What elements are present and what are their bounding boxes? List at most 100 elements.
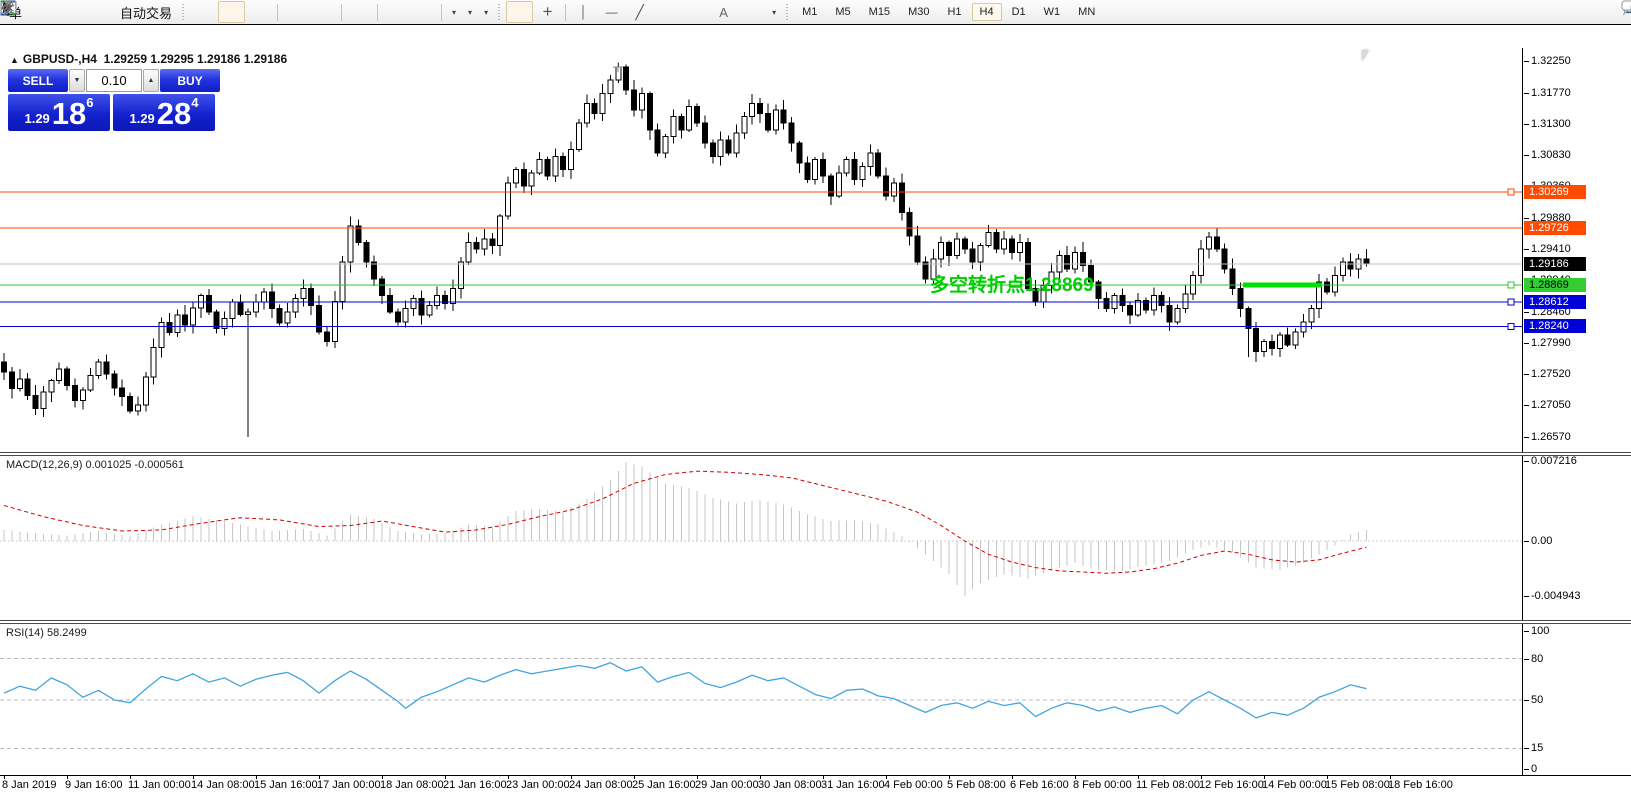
- templates-button[interactable]: ▾: [478, 1, 493, 23]
- sell-button[interactable]: SELL: [8, 69, 68, 92]
- indicators-button[interactable]: ▾: [446, 1, 461, 23]
- zoom-in-button[interactable]: [282, 1, 309, 23]
- cursor-tool-button[interactable]: [506, 1, 533, 23]
- pane-separator[interactable]: [0, 620, 1631, 624]
- chart-window: ▲GBPUSD-,H4 1.29259 1.29295 1.29186 1.29…: [0, 24, 1631, 773]
- arrows-caret-icon: ▾: [772, 8, 776, 17]
- time-axis[interactable]: 8 Jan 20199 Jan 16:0011 Jan 00:0014 Jan …: [0, 776, 1631, 797]
- time-tick-label: 23 Jan 00:00: [506, 779, 570, 791]
- gold-icon[interactable]: [28, 1, 55, 23]
- auto-scroll-button[interactable]: [382, 1, 409, 23]
- rsi-tick-label: 0: [1531, 763, 1537, 775]
- price-tick-label: 1.31770: [1531, 87, 1571, 99]
- timeframe-d1[interactable]: D1: [1004, 3, 1034, 21]
- price-tick-label: 1.32250: [1531, 55, 1571, 67]
- main-toolbar: 单 自动交易 ▾ ▾ ▾ + │ — ╱ E F A T ▾ M1M5M15M3…: [0, 0, 1631, 24]
- one-click-trading-panel: SELL ▼ 0.10 ▲ BUY 1.29186 1.29284: [8, 69, 220, 131]
- auto-trading-button[interactable]: 自动交易: [112, 1, 177, 23]
- channel-tool-button[interactable]: E: [654, 1, 681, 23]
- time-tick-label: 12 Feb 16:00: [1199, 779, 1264, 791]
- buy-price-box[interactable]: 1.29284: [113, 94, 215, 131]
- price-tag[interactable]: 1.29726: [1524, 221, 1586, 235]
- price-tag[interactable]: 1.30269: [1524, 185, 1586, 199]
- signals-icon[interactable]: [84, 1, 111, 23]
- collapse-triangle-icon[interactable]: ▲: [10, 55, 19, 65]
- sell-price-prefix: 1.29: [24, 111, 49, 126]
- candlestick-chart-button[interactable]: [218, 1, 245, 23]
- time-axis-border: [0, 775, 1631, 776]
- timeframe-m15[interactable]: M15: [861, 3, 898, 21]
- rsi-label: RSI(14) 58.2499: [6, 627, 87, 639]
- text-tool-icon: A: [719, 5, 728, 20]
- time-tick-label: 31 Jan 16:00: [821, 779, 885, 791]
- chart-shift-button[interactable]: [410, 1, 437, 23]
- macd-tick-label: 0.007216: [1531, 455, 1577, 467]
- price-tick-label: 1.29410: [1531, 243, 1571, 255]
- time-tick-label: 14 Feb 00:00: [1262, 779, 1327, 791]
- timeframe-m1[interactable]: M1: [794, 3, 825, 21]
- volume-increase-button[interactable]: ▲: [143, 69, 159, 92]
- time-tick-label: 11 Feb 08:00: [1136, 779, 1200, 791]
- toolbar-separator: [341, 4, 342, 21]
- arrows-tool-icon: [0, 0, 15, 15]
- periods-caret-icon: ▾: [468, 8, 472, 17]
- toolbar-drag-handle[interactable]: [785, 4, 790, 20]
- time-tick-label: 29 Jan 00:00: [695, 779, 759, 791]
- price-tag[interactable]: 1.28240: [1524, 319, 1586, 333]
- volume-decrease-button[interactable]: ▼: [69, 69, 85, 92]
- macd-indicator-pane[interactable]: MACD(12,26,9) 0.001025 -0.000561: [0, 456, 1522, 620]
- price-axis[interactable]: 1.322501.317701.313001.308301.303601.298…: [1522, 48, 1631, 775]
- fibonacci-tool-button[interactable]: F: [682, 1, 709, 23]
- line-chart-button[interactable]: [246, 1, 273, 23]
- time-tick-label: 15 Jan 16:00: [254, 779, 318, 791]
- time-tick-label: 18 Jan 08:00: [380, 779, 444, 791]
- time-tick-label: 15 Feb 08:00: [1325, 779, 1390, 791]
- tile-windows-button[interactable]: [346, 1, 373, 23]
- toolbar-drag-handle[interactable]: [497, 4, 502, 20]
- buy-button[interactable]: BUY: [160, 69, 220, 92]
- trendline-icon: ╱: [635, 4, 643, 21]
- price-tag[interactable]: 1.28869: [1524, 278, 1586, 292]
- community-icon[interactable]: [56, 1, 83, 23]
- price-tag[interactable]: 1.28612: [1524, 295, 1586, 309]
- timeframe-mn[interactable]: MN: [1070, 3, 1103, 21]
- volume-input[interactable]: 0.10: [86, 69, 142, 92]
- timeframe-m5[interactable]: M5: [827, 3, 858, 21]
- price-tick-label: 1.31300: [1531, 118, 1571, 130]
- periods-button[interactable]: ▾: [462, 1, 477, 23]
- arrows-tool-button[interactable]: ▾: [766, 1, 781, 23]
- timeframe-w1[interactable]: W1: [1036, 3, 1069, 21]
- text-tool-button[interactable]: A: [710, 1, 737, 23]
- sell-price-box[interactable]: 1.29186: [8, 94, 110, 131]
- toolbar-separator: [377, 4, 378, 21]
- timeframe-toolbar: M1M5M15M30H1H4D1W1MN: [794, 3, 1103, 21]
- timeframe-m30[interactable]: M30: [900, 3, 937, 21]
- toolbar-drag-handle[interactable]: [181, 4, 186, 20]
- toolbar-separator: [441, 4, 442, 21]
- rsi-indicator-pane[interactable]: RSI(14) 58.2499: [0, 624, 1522, 775]
- pivot-annotation-text[interactable]: 多空转折点1.28869: [930, 270, 1094, 297]
- horizontal-line-tool-button[interactable]: —: [598, 1, 625, 23]
- time-tick-label: 11 Jan 00:00: [128, 779, 191, 791]
- price-tag[interactable]: 1.29186: [1524, 257, 1586, 271]
- timeframe-h4[interactable]: H4: [972, 3, 1002, 21]
- timeframe-h1[interactable]: H1: [939, 3, 969, 21]
- rsi-tick-label: 80: [1531, 653, 1543, 665]
- bar-chart-button[interactable]: [190, 1, 217, 23]
- chart-window-border: [0, 24, 1631, 25]
- sell-price-big: 18: [52, 99, 86, 129]
- trendline-tool-button[interactable]: ╱: [626, 1, 653, 23]
- crosshair-tool-button[interactable]: +: [534, 1, 561, 23]
- time-tick-label: 6 Feb 16:00: [1010, 779, 1069, 791]
- chat-icon[interactable]: [1621, 0, 1631, 17]
- label-tool-button[interactable]: T: [738, 1, 765, 23]
- mouse-cursor: [1362, 50, 1374, 61]
- vertical-line-tool-button[interactable]: │: [570, 1, 597, 23]
- toolbar-separator: [277, 4, 278, 21]
- rsi-chart: [0, 624, 1522, 775]
- candlestick-chart: [0, 48, 1522, 452]
- pane-separator[interactable]: [0, 452, 1631, 456]
- zoom-out-button[interactable]: [310, 1, 337, 23]
- price-tick-label: 1.27050: [1531, 399, 1571, 411]
- main-chart-pane[interactable]: ▲GBPUSD-,H4 1.29259 1.29295 1.29186 1.29…: [0, 48, 1522, 452]
